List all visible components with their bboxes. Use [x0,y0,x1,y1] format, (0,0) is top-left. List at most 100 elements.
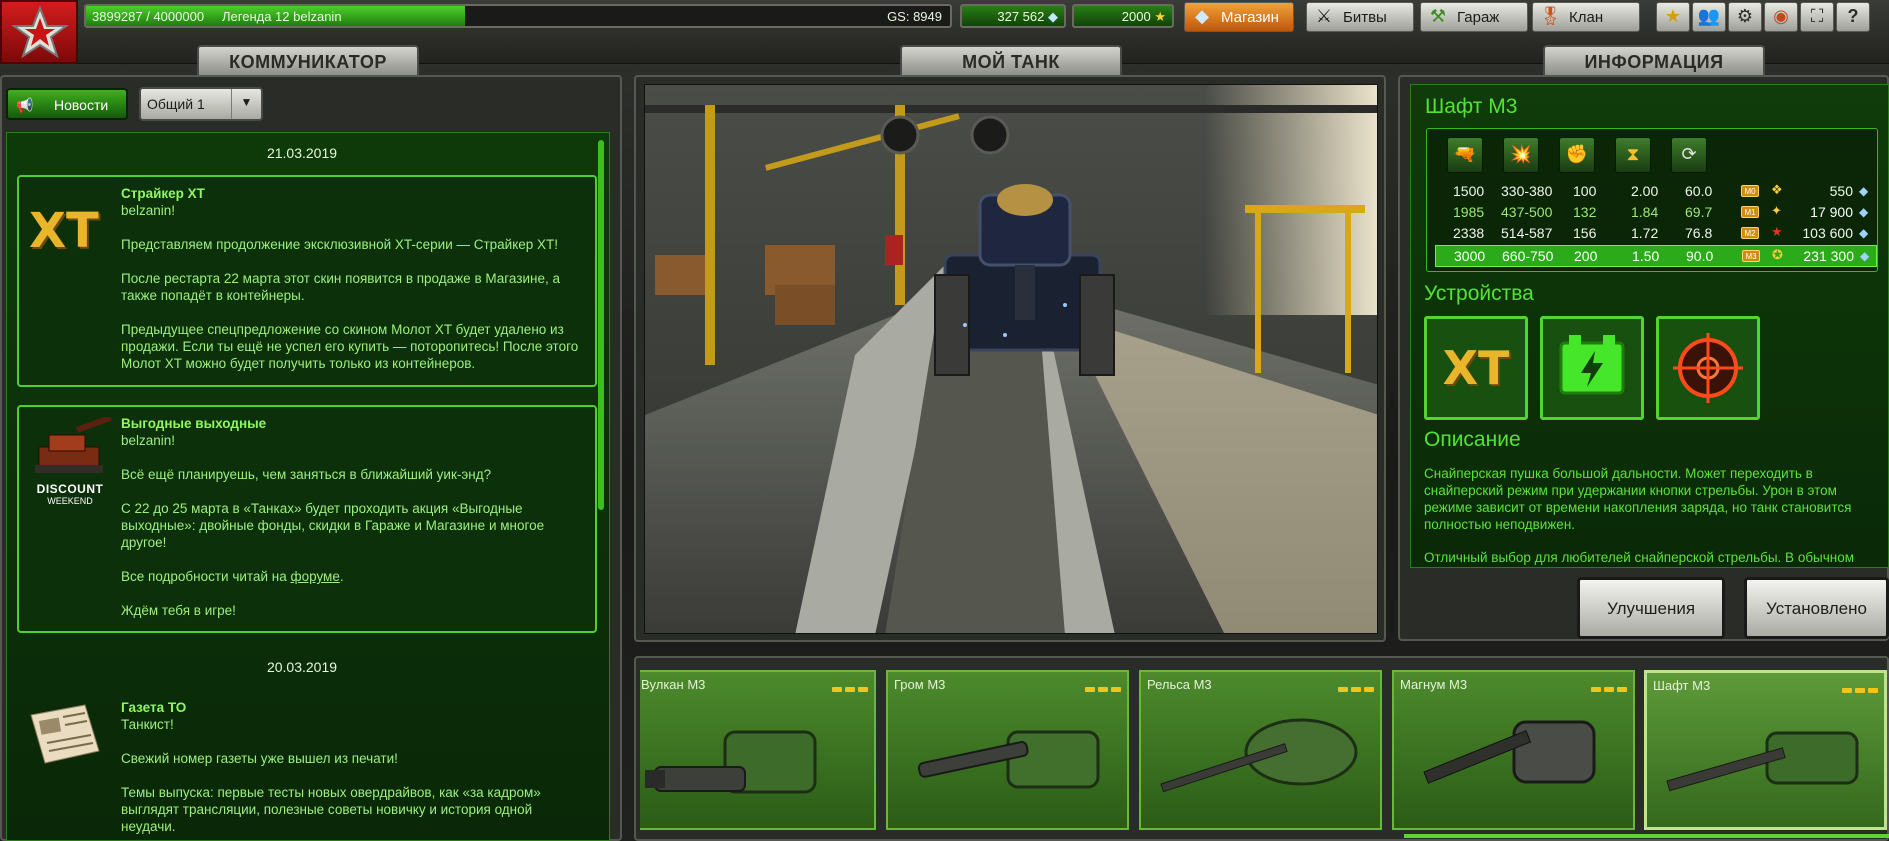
news-paragraph: После рестарта 22 марта этот скин появит… [121,271,560,303]
news-button[interactable]: 📢 Новости [6,88,128,120]
battles-label: Битвы [1343,9,1387,26]
device-xt[interactable]: XT [1424,316,1528,420]
crystal-icon: ◆ [1048,9,1058,24]
description-title: Описание [1424,428,1521,451]
upgrade-level-icon [1839,680,1878,698]
diamond-icon: ◆ [1195,6,1209,26]
clan-label: Клан [1569,9,1604,26]
news-greeting: belzanin! [121,203,176,218]
upgrades-button[interactable]: Улучшения [1577,577,1725,639]
news-closing: Ждём тебя в игре! [121,603,236,618]
garage-scroller[interactable]: Вулкан М3 Гром М3 Рельса М3 Магнум М3 Ша… [640,668,1889,832]
news-greeting: Танкист! [121,717,174,732]
rank-insignia-icon[interactable] [0,0,78,64]
tab-my-tank[interactable]: МОЙ ТАНК [900,45,1122,75]
battery-icon [1559,335,1625,395]
crystal-icon: ◆ [1860,249,1870,263]
stats-table: 🔫 💥 ✊ ⧗ ⟳ 1500 330-380 100 2.00 60.0 M0 ❖ 550… [1426,128,1878,272]
chevron-down-icon: ▼ [231,89,261,119]
sound-icon[interactable]: ◉ [1764,2,1798,32]
stat-row-m1[interactable]: 1985 437-500 132 1.84 69.7 M1 ✦ 17 900 ◆ [1435,202,1877,222]
description-text: Снайперская пушка большой дальности. Мож… [1424,466,1852,532]
stat-row-m2[interactable]: 2338 514-587 156 1.72 76.8 M2 ★ 103 600 ◆ [1435,223,1877,243]
description-text: Отличный выбор для любителей снайперской… [1424,550,1855,565]
news-feed[interactable]: 21.03.2019 XT Страйкер XT belzanin! Пред… [6,132,610,841]
news-paragraph: Предыдущее спецпредложение со скином Мол… [121,322,579,371]
item-name: Шафт М3 [1425,95,1518,118]
channel-select[interactable]: Общий 1 ▼ [139,87,263,121]
thunder-turret-icon [917,730,1100,789]
news-date: 20.03.2019 [266,659,338,675]
news-item: DISCOUNT WEEKEND Выгодные выходные belza… [17,405,597,633]
magnum-turret-icon [1423,720,1596,784]
star-icon: ★ [1154,9,1166,24]
device-battery[interactable] [1540,316,1644,420]
settings-gear-icon[interactable]: ⚙ [1728,2,1762,32]
device-xt-label: XT [1442,341,1510,395]
rank-name: Легенда 12 belzanin [222,9,342,24]
stars-value: 2000 [1121,9,1151,24]
feed-scrollbar[interactable] [598,140,604,510]
garage-item[interactable]: Рельса М3 [1139,670,1382,830]
news-title: Газета ТО [121,700,187,715]
installed-button[interactable]: Установлено [1744,577,1889,639]
garage-label: Гараж [1457,9,1500,26]
crystal-icon: ◆ [1859,205,1869,219]
stars-counter[interactable]: 2000 ★ [1072,4,1174,28]
stat-row-m3-selected[interactable]: 3000 660-750 200 1.50 90.0 M3 ✪ 231 300 ◆ [1435,245,1877,267]
tab-communicator[interactable]: КОММУНИКАТОР [197,45,419,75]
garage-item[interactable]: Вулкан М3 [640,670,876,830]
rotation-speed-icon: ⟳ [1671,137,1707,173]
discount-weekend-icon: DISCOUNT WEEKEND [25,414,115,507]
rank-icon: ❖ [1771,182,1783,197]
crossed-swords-icon: ⚔ [1315,6,1333,26]
garage-button[interactable]: ⚒ Гараж [1420,2,1528,32]
garage-item[interactable]: Магнум М3 [1392,670,1635,830]
railgun-turret-icon [1160,718,1358,793]
vent-fan [880,115,920,155]
news-paragraph: Представляем продолжение эксклюзивной XT… [121,237,559,252]
battles-button[interactable]: ⚔ Битвы [1306,2,1414,32]
garage-item-name: Гром М3 [894,677,946,692]
stat-row-m0[interactable]: 1500 330-380 100 2.00 60.0 M0 ❖ 550 ◆ [1435,181,1877,201]
news-button-label: Новости [54,97,109,113]
news-date: 21.03.2019 [266,145,338,161]
crystal-icon: ◆ [1859,226,1869,240]
impact-force-icon: ✊ [1559,137,1595,173]
garage-item[interactable]: Гром М3 [886,670,1129,830]
mod-badge: M0 [1741,185,1759,197]
garage-scrollbar[interactable] [1404,834,1889,838]
yellow-scaffold [1245,205,1365,213]
crystals-counter[interactable]: 327 562 ◆ [960,4,1066,28]
tank-preview[interactable] [644,84,1378,634]
news-item: XT Страйкер XT belzanin! Представляем пр… [17,175,597,387]
fullscreen-icon[interactable]: ⛶ [1800,2,1834,32]
mod-badge: M2 [1741,227,1759,239]
shop-button[interactable]: ◆ Магазин [1184,2,1294,32]
garage-item-name: Рельса М3 [1147,677,1212,692]
devices-title: Устройства [1424,282,1534,305]
garage-item-name: Шафт М3 [1653,678,1711,693]
news-paragraph: С 22 до 25 марта в «Танках» будет проход… [121,501,545,550]
upgrade-level-icon [1588,679,1627,697]
crystal-icon: ◆ [1859,184,1869,198]
shaft-turret-icon [1666,731,1859,792]
forum-link[interactable]: форуме [290,569,339,584]
channel-select-value: Общий 1 [147,96,205,112]
achievements-star-icon[interactable]: ★ [1656,2,1690,32]
rank-icon: ✪ [1772,247,1783,262]
news-greeting: belzanin! [121,433,176,448]
news-title: Страйкер XT [121,186,205,201]
help-icon[interactable]: ? [1836,2,1870,32]
yellow-pillar [705,105,715,365]
damage-per-second-icon: 💥 [1503,137,1539,173]
friends-icon[interactable]: 👥 [1692,2,1726,32]
tab-information[interactable]: ИНФОРМАЦИЯ [1543,45,1765,75]
crate [655,255,705,295]
rank-progress-bar: 3899287 / 4000000 Легенда 12 belzanin GS… [84,4,952,28]
device-scope[interactable] [1656,316,1760,420]
gear-score: GS: 8949 [887,9,942,24]
clan-button[interactable]: 🎖 Клан [1532,2,1640,32]
garage-item-selected[interactable]: Шафт М3 [1644,670,1887,830]
upgrade-level-icon [1335,679,1374,697]
